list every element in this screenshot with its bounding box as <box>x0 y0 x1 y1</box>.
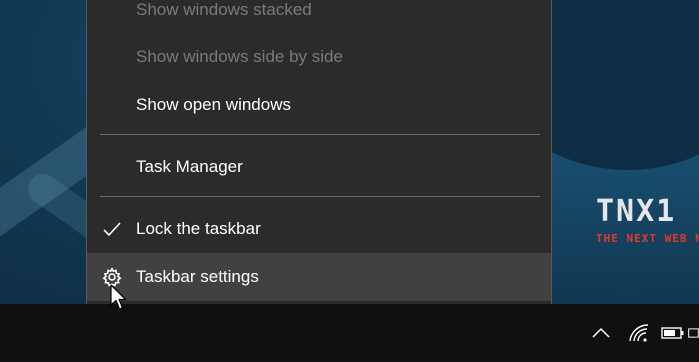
menu-item-label: Lock the taskbar <box>136 219 261 238</box>
wallpaper-logo: TNX1 <box>596 194 677 229</box>
menu-item-show-windows-stacked[interactable]: Show windows stacked <box>87 0 551 34</box>
menu-item-lock-the-taskbar[interactable]: Lock the taskbar <box>87 205 551 253</box>
menu-item-label: Show windows side by side <box>136 47 343 66</box>
checkmark-icon <box>101 218 123 240</box>
taskbar-context-menu: Show windows stacked Show windows side b… <box>86 0 552 310</box>
menu-separator <box>100 196 540 197</box>
menu-item-label: Show open windows <box>136 95 291 114</box>
menu-item-label: Show windows stacked <box>136 0 312 19</box>
menu-item-show-windows-side-by-side[interactable]: Show windows side by side <box>87 33 551 81</box>
wifi-icon[interactable] <box>627 322 651 344</box>
wallpaper-logo-tagline: THE NEXT WEB N <box>596 232 699 245</box>
menu-item-taskbar-settings[interactable]: Taskbar settings <box>87 253 551 301</box>
menu-separator <box>100 134 540 135</box>
menu-item-show-open-windows[interactable]: Show open windows <box>87 81 551 129</box>
menu-item-label: Taskbar settings <box>136 267 259 286</box>
menu-item-task-manager[interactable]: Task Manager <box>87 143 551 191</box>
action-center-icon[interactable] <box>688 322 699 344</box>
chevron-up-icon[interactable] <box>590 322 612 344</box>
menu-item-label: Task Manager <box>136 157 243 176</box>
battery-icon[interactable] <box>660 322 686 344</box>
mouse-cursor-icon <box>110 284 130 312</box>
